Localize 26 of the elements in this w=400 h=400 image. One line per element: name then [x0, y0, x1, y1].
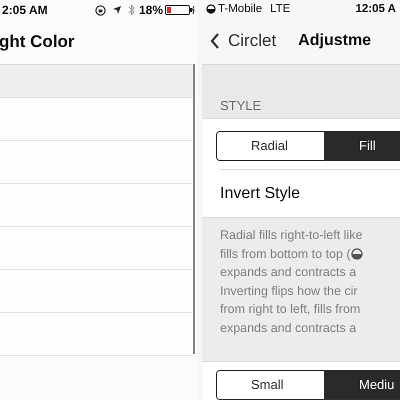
section-header: STYLE — [220, 96, 262, 115]
row-label: Invert Style — [220, 184, 300, 204]
note-line: fills from bottom to top ( — [220, 246, 351, 263]
nav-title: Adjustme — [298, 30, 372, 51]
note-line: Radial fills right-to-left like — [220, 227, 362, 244]
status-time: 2:05 AM — [2, 2, 48, 19]
note-line: expands and contracts a — [220, 264, 356, 281]
battery-icon — [165, 5, 195, 15]
segment-tab[interactable]: Radial — [217, 132, 325, 160]
network-type: LTE — [270, 2, 290, 17]
bluetooth-icon — [128, 4, 135, 16]
segment-tab[interactable]: Small — [217, 371, 325, 399]
signal-icon — [206, 4, 216, 14]
back-button[interactable]: Circlet — [210, 28, 276, 54]
segment-tab[interactable]: Fill — [325, 132, 400, 160]
status-time: 12:05 A — [356, 2, 396, 17]
note-line: Inverting flips how the cir — [220, 282, 358, 300]
note-line: from right to left, fills from — [220, 301, 360, 318]
note-line: expands and contracts a — [220, 320, 356, 337]
chevron-left-icon — [210, 32, 220, 50]
carrier-name: T-Mobile — [218, 2, 262, 17]
location-arrow-icon — [112, 5, 122, 15]
segment-tab[interactable]: Mediu — [325, 371, 400, 399]
nav-title: ght Color — [0, 31, 75, 54]
rotation-lock-icon — [94, 4, 106, 16]
battery-percent: 18% — [138, 2, 163, 19]
